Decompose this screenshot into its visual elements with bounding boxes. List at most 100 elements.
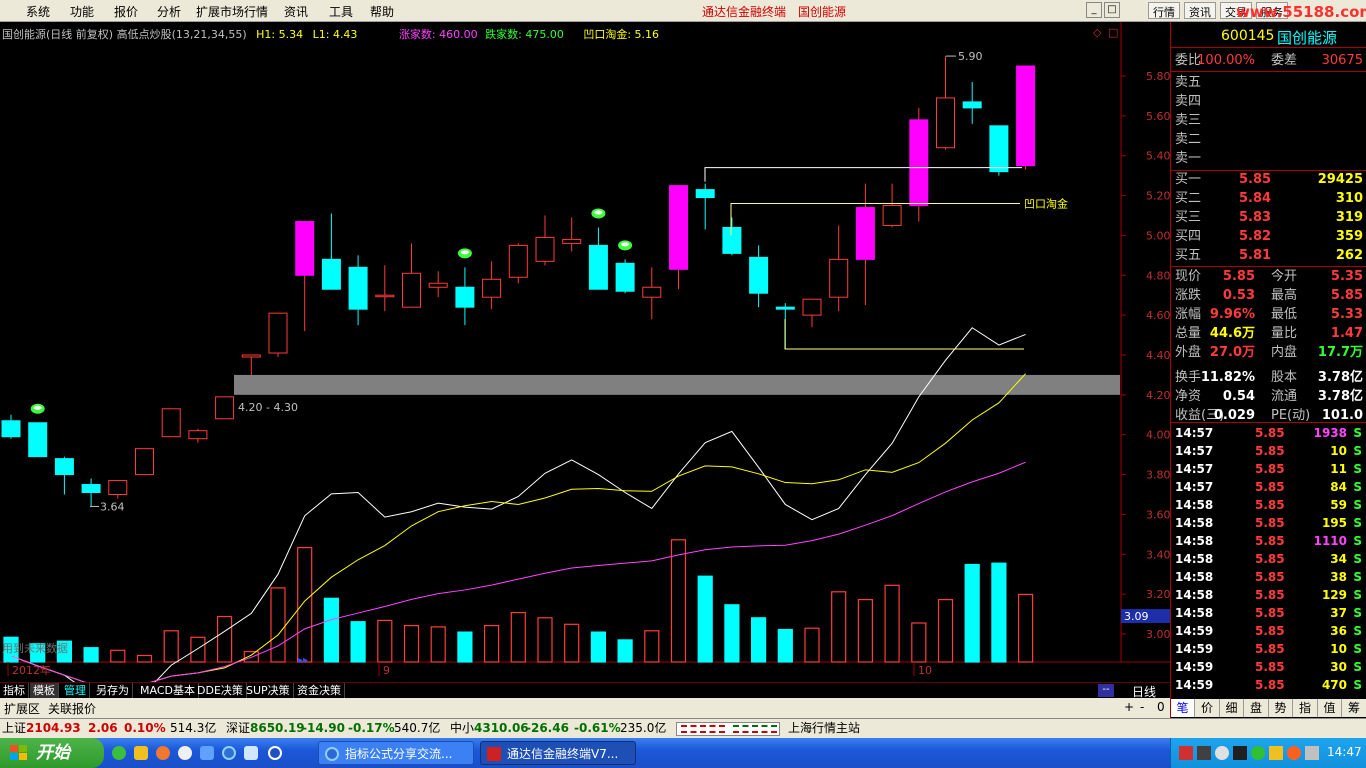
quicklaunch-icon-3[interactable] (156, 746, 170, 760)
volume-icon[interactable] (1305, 746, 1319, 760)
stat-value-2: 1.47 (1330, 326, 1363, 341)
server-status[interactable]: 上海行情主站 (788, 719, 860, 738)
buy-row[interactable]: 买一 5.85 29425 (1171, 170, 1366, 189)
buy-row[interactable]: 买二 5.84 310 (1171, 189, 1366, 208)
quote-tab[interactable]: 笔 (1171, 699, 1195, 717)
tab-template[interactable]: 模板 (30, 683, 59, 699)
aokou-line (730, 203, 1020, 236)
quicklaunch-icon-7[interactable] (244, 746, 258, 760)
quicklaunch-icon-8[interactable] (268, 746, 282, 760)
tray-icon-7[interactable] (1287, 746, 1301, 760)
kline-chart[interactable]: 5.80 5.60 5.40 5.20 5.00 4.80 4.60 4.40 4.20 4.00… (0, 22, 1170, 682)
y-tick-label: 3.40 (1146, 548, 1170, 561)
ie-icon[interactable] (222, 746, 236, 760)
scroll-button[interactable]: -- (1098, 684, 1114, 697)
tab-manage[interactable]: 管理 (61, 683, 90, 699)
tab-news[interactable]: 资讯 (1184, 2, 1216, 19)
restore-icon[interactable]: □ (1104, 2, 1120, 18)
tab-sup[interactable]: SUP决策 (243, 683, 294, 699)
quicklaunch-icon-4[interactable] (178, 746, 192, 760)
tick-volume: 129 (1321, 588, 1347, 602)
menu-system[interactable]: 系统 (26, 3, 50, 20)
tray-icon-5[interactable] (1251, 746, 1265, 760)
zoom-out-icon[interactable]: - (1140, 700, 1144, 714)
tab-save-as[interactable]: 另存为 (93, 683, 133, 699)
stat-value-2: 5.85 (1330, 288, 1363, 303)
tray-icon-1[interactable] (1179, 746, 1193, 760)
tab-fund[interactable]: 资金决策 (294, 683, 345, 699)
quote-tab[interactable]: 筹 (1343, 699, 1366, 717)
sell-row[interactable]: 卖五 (1171, 73, 1366, 92)
quicklaunch-icon-1[interactable] (112, 746, 126, 760)
kline-chart-area[interactable]: 5.80 5.60 5.40 5.20 5.00 4.80 4.60 4.40 4.20 4.00… (0, 22, 1170, 682)
tab-indicator[interactable]: 指标 (0, 683, 29, 699)
reset-zoom-icon[interactable]: 0 (1157, 700, 1165, 714)
price-flag: 3.09 (1124, 610, 1149, 623)
tray-icon-3[interactable] (1215, 746, 1229, 760)
taskbar-window-forum[interactable]: 指标公式分享交流... (318, 741, 474, 765)
quote-tab[interactable]: 盘 (1245, 699, 1269, 717)
buy-price: 5.85 (1239, 172, 1272, 187)
stat-value: 5.85 (1222, 269, 1255, 284)
weibi-row: 委比 100.00% 委差 30675 (1171, 51, 1366, 70)
candle-body (108, 480, 128, 495)
y-tick-label: 5.00 (1146, 229, 1170, 242)
buy-row[interactable]: 买五 5.81 262 (1171, 246, 1366, 265)
menu-quote[interactable]: 报价 (114, 3, 138, 20)
buy-label: 买二 (1175, 191, 1202, 206)
menu-tools[interactable]: 工具 (329, 3, 353, 20)
buy-volume: 262 (1335, 248, 1363, 263)
sell-row[interactable]: 卖一 (1171, 149, 1366, 168)
menu-extended-market[interactable]: 扩展市场行情 (196, 3, 268, 20)
candle-body (562, 238, 582, 244)
tick-price: 5.85 (1255, 660, 1285, 674)
quote-tab[interactable]: 值 (1318, 699, 1342, 717)
y-tick-label: 3.20 (1146, 588, 1170, 601)
tick-side: S (1353, 426, 1362, 440)
quote-tab[interactable]: 势 (1269, 699, 1293, 717)
shield-icon[interactable] (1269, 746, 1283, 760)
taskbar-window-tdx[interactable]: 通达信金融终端V7... (480, 741, 636, 765)
tick-side: S (1353, 480, 1362, 494)
tab-market[interactable]: 行情 (1148, 2, 1180, 19)
candle-body (669, 185, 688, 270)
clock[interactable]: 14:47 (1327, 745, 1362, 759)
buy-volume: 29425 (1317, 172, 1363, 187)
candle-body (588, 244, 608, 290)
tab-macd[interactable]: MACD基本 (137, 683, 199, 699)
stat-label-2: 最低 (1271, 307, 1298, 322)
sell-row[interactable]: 卖二 (1171, 130, 1366, 149)
resistance-line (704, 167, 1022, 182)
candle-body (882, 205, 902, 226)
buy-row[interactable]: 买四 5.82 359 (1171, 227, 1366, 246)
minimize-icon[interactable]: _ (1086, 2, 1102, 18)
sell-row[interactable]: 卖三 (1171, 111, 1366, 130)
extension-area-button[interactable]: 扩展区 (4, 700, 40, 717)
tray-icon-4[interactable] (1233, 746, 1247, 760)
menu-help[interactable]: 帮助 (370, 3, 394, 20)
zoom-in-icon[interactable]: + (1124, 700, 1134, 714)
quote-tab[interactable]: 细 (1220, 699, 1244, 717)
candle-body (962, 101, 982, 109)
quicklaunch-icon-2[interactable] (134, 746, 148, 760)
tray-icon-2[interactable] (1197, 746, 1211, 760)
candle-body (161, 408, 181, 438)
menu-function[interactable]: 功能 (70, 3, 94, 20)
sz-value: 8650.19 (250, 721, 305, 735)
quote-tab[interactable]: 价 (1196, 699, 1220, 717)
sell-row[interactable]: 卖四 (1171, 92, 1366, 111)
tab-dde[interactable]: DDE决策 (194, 683, 247, 699)
quote-tab[interactable]: 指 (1294, 699, 1318, 717)
quicklaunch-icon-5[interactable] (200, 746, 214, 760)
tick-row: 14:58 5.85 1110 S (1171, 532, 1366, 550)
menu-info[interactable]: 资讯 (284, 3, 308, 20)
start-button[interactable]: 开始 (0, 738, 104, 768)
tick-time: 14:59 (1175, 642, 1214, 656)
stat-value-2: 5.33 (1330, 307, 1363, 322)
chart-diamond-icon: ◇ (1093, 26, 1102, 39)
stat-label: 换手 (1175, 370, 1202, 385)
menu-analysis[interactable]: 分析 (157, 3, 181, 20)
task-label-1: 指标公式分享交流... (345, 747, 453, 761)
buy-row[interactable]: 买三 5.83 319 (1171, 208, 1366, 227)
related-quote-button[interactable]: 关联报价 (48, 700, 96, 717)
